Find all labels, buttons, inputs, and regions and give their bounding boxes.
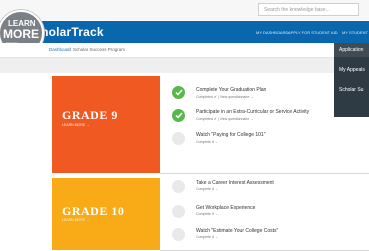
grade-10-checklist: Take a Career Interest Assessment Comple… <box>160 178 369 251</box>
checklist-item-title[interactable]: Watch "Paying for College 101" <box>196 132 266 138</box>
nav-apply-student-aid[interactable]: APPLY FOR STUDENT AID <box>288 30 338 35</box>
completed-check-icon <box>172 109 185 122</box>
status-check-icon: ✔ <box>213 95 217 99</box>
logo-text-more: MORE <box>3 27 39 41</box>
complete-it-link[interactable]: Complete it → <box>196 235 218 239</box>
status-divider: | <box>217 95 219 99</box>
status-completed-text: Completed <box>196 117 213 121</box>
incomplete-circle-icon <box>172 205 185 218</box>
complete-it-link[interactable]: Complete it → <box>196 187 218 191</box>
checklist-item-status: Completed ✔ | View questionnaire → <box>196 117 254 121</box>
checklist-item-title[interactable]: Get Workplace Experience <box>196 205 255 211</box>
grade-9-learn-more-link[interactable]: LEARN MORE → <box>62 123 90 127</box>
my-student-dropdown-menu: Application My Appeals Scholar Su <box>334 43 369 117</box>
nav-my-dashboard[interactable]: MY DASHBOARD <box>256 30 288 35</box>
grade-10-learn-more-link[interactable]: LEARN MORE → <box>62 218 90 222</box>
incomplete-circle-icon <box>172 180 185 193</box>
dropdown-item-application[interactable]: Application <box>339 47 363 53</box>
top-utility-bar: Search the knowledge base... <box>0 0 369 20</box>
dropdown-item-my-appeals[interactable]: My Appeals <box>339 67 365 73</box>
breadcrumb-separator: / <box>68 47 70 52</box>
status-completed-text: Completed <box>196 95 213 99</box>
checklist-item-title[interactable]: Participate in an Extra-Curricular or Se… <box>196 109 309 115</box>
status-check-icon: ✔ <box>213 117 217 121</box>
status-divider: | <box>217 117 219 121</box>
dropdown-item-scholar-success[interactable]: Scholar Su <box>339 87 363 93</box>
view-questionnaire-link[interactable]: View questionnaire → <box>220 95 254 99</box>
nav-my-student[interactable]: MY STUDENT <box>342 30 368 35</box>
grade-9-title: GRADE 9 <box>62 108 118 122</box>
complete-it-link[interactable]: Complete it → <box>196 140 218 144</box>
grade-10-panel: GRADE 10 LEARN MORE → <box>52 178 160 250</box>
checklist-item-status: Completed ✔ | View questionnaire → <box>196 95 254 99</box>
incomplete-circle-icon <box>172 132 185 145</box>
checklist-item-title[interactable]: Complete Your Graduation Plan <box>196 87 266 93</box>
breadcrumb-current: Scholar Success Program <box>73 47 126 52</box>
completed-check-icon <box>172 86 185 99</box>
view-questionnaire-link[interactable]: View questionnaire → <box>220 117 254 121</box>
main-navbar: ScholarTrack MY DASHBOARD APPLY FOR STUD… <box>0 21 369 43</box>
complete-it-link[interactable]: Complete it → <box>196 212 218 216</box>
search-input[interactable]: Search the knowledge base... <box>258 3 359 16</box>
checklist-item-title[interactable]: Take a Career Interest Assessment <box>196 180 274 186</box>
incomplete-circle-icon <box>172 228 185 241</box>
checklist-item-title[interactable]: Watch "Estimate Your College Costs" <box>196 228 278 234</box>
breadcrumb: Dashboard / Scholar Success Program <box>0 43 369 58</box>
section-header-bar <box>0 58 369 73</box>
grade-9-panel: GRADE 9 LEARN MORE → <box>52 76 160 173</box>
grade-10-title: GRADE 10 <box>62 204 125 218</box>
